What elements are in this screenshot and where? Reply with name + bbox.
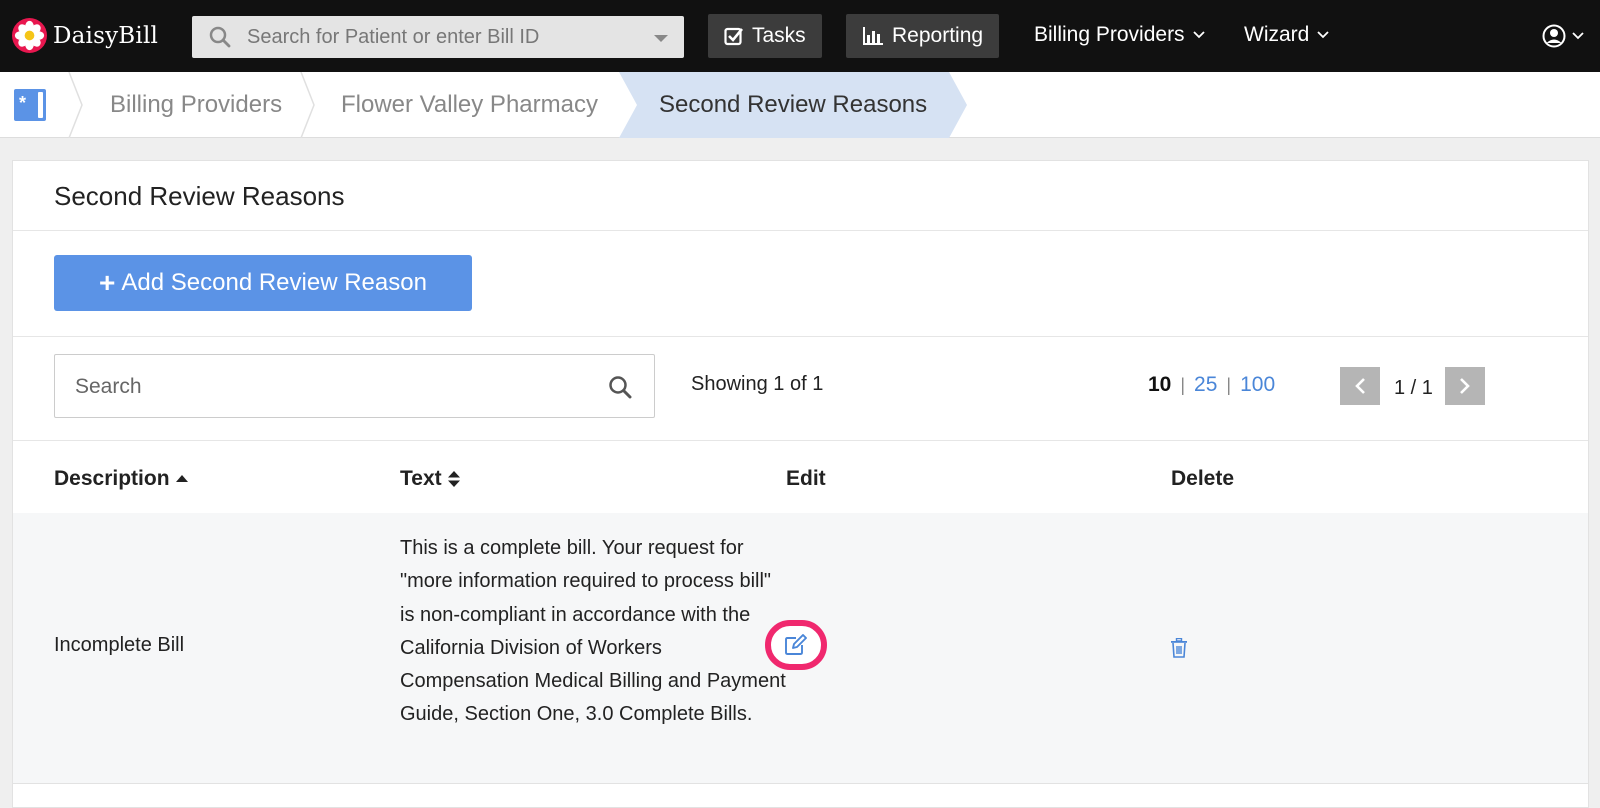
user-menu[interactable] (1542, 24, 1584, 48)
column-header-delete: Delete (1171, 467, 1235, 490)
previous-page-button[interactable] (1340, 367, 1380, 405)
bar-chart-icon (863, 27, 883, 45)
breadcrumb-item-second-review-reasons: Second Review Reasons (659, 91, 928, 118)
wizard-label: Wizard (1244, 23, 1310, 46)
top-navbar: DaisyBill Search for Patient or enter Bi… (0, 0, 1600, 72)
per-page-option-100[interactable]: 100 (1240, 373, 1275, 397)
table-search-input[interactable]: Search (54, 354, 655, 418)
chevron-down-icon (1572, 32, 1584, 40)
tasks-label: Tasks (752, 24, 806, 47)
billing-providers-label: Billing Providers (1034, 23, 1185, 46)
table-search-placeholder: Search (75, 375, 142, 398)
global-search-placeholder: Search for Patient or enter Bill ID (247, 26, 540, 48)
table-header: Description Text Edit Delete (13, 441, 1588, 513)
user-circle-icon (1542, 24, 1566, 48)
global-search-input[interactable]: Search for Patient or enter Bill ID (192, 16, 684, 58)
showing-count: Showing 1 of 1 (691, 373, 824, 395)
per-page-option-25[interactable]: 25 (1194, 373, 1217, 397)
pagination-indicator: 1 / 1 (1394, 377, 1433, 399)
home-icon[interactable]: * (14, 89, 46, 121)
panel-header: Second Review Reasons (13, 161, 1588, 231)
breadcrumb: * Billing Providers Flower Valley Pharma… (0, 72, 1600, 138)
sort-icon (447, 471, 460, 487)
next-page-button[interactable] (1445, 367, 1485, 405)
chevron-down-icon (1192, 31, 1205, 39)
wizard-menu[interactable]: Wizard (1244, 23, 1329, 47)
reporting-label: Reporting (892, 24, 984, 47)
billing-providers-menu[interactable]: Billing Providers (1034, 23, 1205, 47)
add-second-review-reason-button[interactable]: + Add Second Review Reason (54, 255, 472, 311)
chevron-down-icon (1317, 31, 1329, 39)
chevron-left-icon (1355, 378, 1365, 394)
reporting-button[interactable]: Reporting (846, 14, 1000, 58)
checkbox-icon (724, 27, 744, 46)
add-button-label: Add Second Review Reason (121, 269, 427, 296)
brand-logo[interactable]: DaisyBill (12, 18, 158, 53)
sort-ascending-icon (175, 475, 188, 482)
per-page-selector: 10 | 25 | 100 (1148, 373, 1276, 397)
breadcrumb-separator (68, 72, 83, 138)
tasks-button[interactable]: Tasks (708, 14, 822, 58)
trash-icon[interactable] (1170, 638, 1188, 658)
table-toolbar: Search Showing 1 of 1 10 | 25 | 100 1 / … (13, 337, 1588, 441)
chevron-right-icon (1460, 378, 1470, 394)
edit-button[interactable] (765, 620, 827, 670)
breadcrumb-separator (300, 72, 315, 138)
plus-icon: + (99, 267, 116, 298)
column-header-text[interactable]: Text (400, 467, 460, 491)
per-page-current[interactable]: 10 (1148, 373, 1171, 397)
add-row: + Add Second Review Reason (13, 231, 1588, 337)
daisy-logo-icon (12, 18, 47, 53)
column-header-description[interactable]: Description (54, 467, 188, 491)
page-title: Second Review Reasons (54, 181, 345, 211)
second-review-reasons-panel: Second Review Reasons + Add Second Revie… (12, 160, 1589, 808)
row-text: This is a complete bill. Your request fo… (400, 537, 786, 726)
breadcrumb-item-billing-providers[interactable]: Billing Providers (110, 91, 282, 119)
row-description: Incomplete Bill (54, 634, 185, 656)
search-icon (209, 26, 231, 48)
edit-icon (785, 634, 807, 655)
table-row: Incomplete Bill This is a complete bill.… (13, 513, 1588, 784)
column-header-edit: Edit (786, 467, 826, 490)
caret-down-icon[interactable] (654, 35, 668, 42)
breadcrumb-item-flower-valley-pharmacy[interactable]: Flower Valley Pharmacy (341, 91, 598, 119)
search-icon[interactable] (608, 375, 632, 399)
brand-name: DaisyBill (53, 22, 159, 49)
